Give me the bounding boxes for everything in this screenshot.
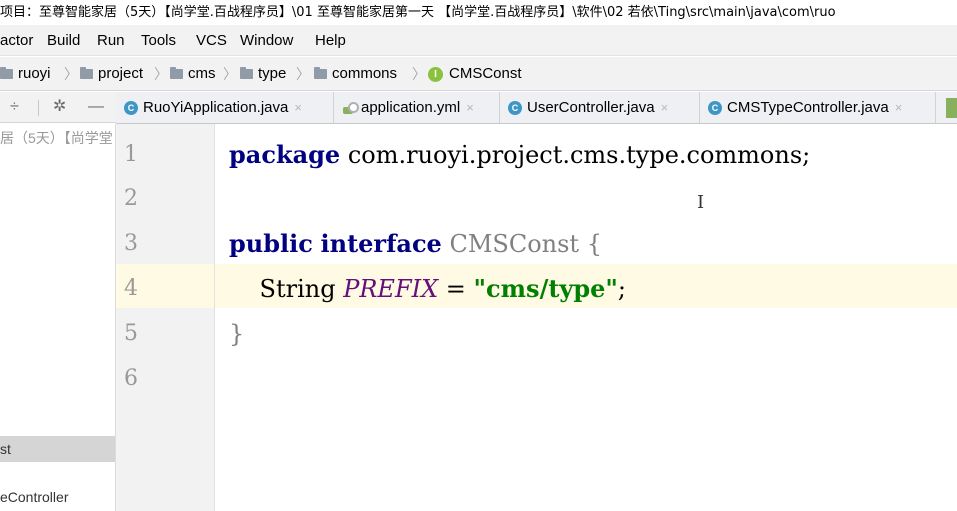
text-cursor-icon: I [697,192,705,213]
breadcrumb-item-ruoyi[interactable]: ruoyi [0,57,51,91]
menu-build[interactable]: Build [47,25,80,56]
close-icon[interactable]: × [661,100,669,115]
breadcrumb-label: CMSConst [449,65,522,82]
breadcrumb-label: ruoyi [18,65,51,82]
tree-item[interactable]: 居（5天）【尚学堂 [0,128,113,148]
constant-prefix: PREFIX [343,275,439,303]
close-icon[interactable]: × [294,100,302,115]
folder-icon [80,67,93,79]
breadcrumb: ruoyi 〉 project 〉 cms 〉 type 〉 commons 〉… [0,57,957,91]
breadcrumb-label: project [98,65,144,82]
breadcrumb-item-cms[interactable]: cms [170,57,216,91]
menu-window[interactable]: Window [240,25,293,56]
project-tool-window-header: ÷ ✲ — [0,92,116,123]
breadcrumb-label: commons [332,65,398,82]
tab-label: RuoYiApplication.java [143,99,289,116]
chevron-right-icon: 〉 [154,66,168,82]
tree-selection [0,436,115,462]
tree-item-selected[interactable]: st [0,441,11,457]
semicolon: ; [617,275,627,303]
chevron-right-icon: 〉 [296,66,310,82]
interface-icon: I [428,66,443,82]
breadcrumb-label: type [258,65,287,82]
chevron-right-icon: 〉 [223,66,237,82]
menu-refactor[interactable]: actor [0,25,33,56]
menu-help[interactable]: Help [315,25,346,56]
close-icon[interactable]: × [466,100,474,115]
tab-label: application.yml [361,99,461,116]
tab-label: UserController.java [527,99,655,116]
line-number: 2 [124,186,138,211]
menu-vcs[interactable]: VCS [196,25,227,56]
tab-cmstypecontroller[interactable]: C CMSTypeController.java × [700,92,936,123]
code-line-3: public interface CMSConst { [229,222,602,266]
class-icon: C [708,100,722,115]
breadcrumb-item-cmsconst[interactable]: I CMSConst [428,57,522,91]
assign-operator: = [438,275,474,303]
window-title-bar: 项目：至尊智能家居（5天）【尚学堂.百战程序员】\01 至尊智能家居第一天 【尚… [0,0,957,25]
tab-label: CMSTypeController.java [727,99,889,116]
line-number: 4 [124,276,138,301]
breadcrumb-item-project[interactable]: project [80,57,143,91]
project-tree: 居（5天）【尚学堂 st eController [0,124,116,511]
line-number: 1 [124,142,138,167]
keyword-package: package [229,140,341,169]
tab-usercontroller[interactable]: C UserController.java × [500,92,700,123]
minimize-icon[interactable]: — [88,98,104,116]
line-number: 6 [124,366,138,391]
code-line-1: package com.ruoyi.project.cms.type.commo… [229,133,810,177]
menu-bar: actor Build Run Tools VCS Window Help [0,25,957,56]
string-literal: "cms/type" [473,274,618,303]
chevron-right-icon: 〉 [64,66,78,82]
code-line-5: } [229,312,244,356]
folder-icon [0,67,13,79]
package-name: com.ruoyi.project.cms.type.commons; [340,141,811,169]
divider [38,100,39,116]
breadcrumb-item-type[interactable]: type [240,57,286,91]
tab-application-yml[interactable]: application.yml × [334,92,500,123]
breadcrumb-label: cms [188,65,216,82]
keyword-interface: interface [320,229,442,258]
type-string: String [229,275,344,303]
yml-icon [342,101,359,115]
gear-icon[interactable]: ✲ [53,98,66,116]
chevron-right-icon: 〉 [412,66,426,82]
menu-run[interactable]: Run [97,25,125,56]
class-icon: C [508,100,522,115]
editor-tab-bar: C RuoYiApplication.java × application.ym… [116,92,957,124]
menu-tools[interactable]: Tools [141,25,176,56]
breadcrumb-item-commons[interactable]: commons [314,57,397,91]
line-number: 5 [124,321,138,346]
close-icon[interactable]: × [895,100,903,115]
code-line-4: String PREFIX = "cms/type"; [229,267,627,311]
folder-icon [314,67,327,79]
overflow-tab-icon[interactable] [946,98,957,118]
folder-icon [240,67,253,79]
open-brace: { [579,230,602,258]
window-title: 项目：至尊智能家居（5天）【尚学堂.百战程序员】\01 至尊智能家居第一天 【尚… [0,5,836,20]
code-editor[interactable] [215,124,957,511]
class-icon: C [124,100,138,115]
close-brace: } [229,320,245,348]
folder-icon [170,67,183,79]
collapse-icon[interactable]: ÷ [10,98,19,116]
tree-item[interactable]: eController [0,489,68,505]
interface-name: CMSConst [441,230,580,258]
line-number: 3 [124,231,138,256]
tab-ruoyiapplication[interactable]: C RuoYiApplication.java × [116,92,334,123]
keyword-public: public [229,229,313,258]
gutter-divider [214,124,215,511]
